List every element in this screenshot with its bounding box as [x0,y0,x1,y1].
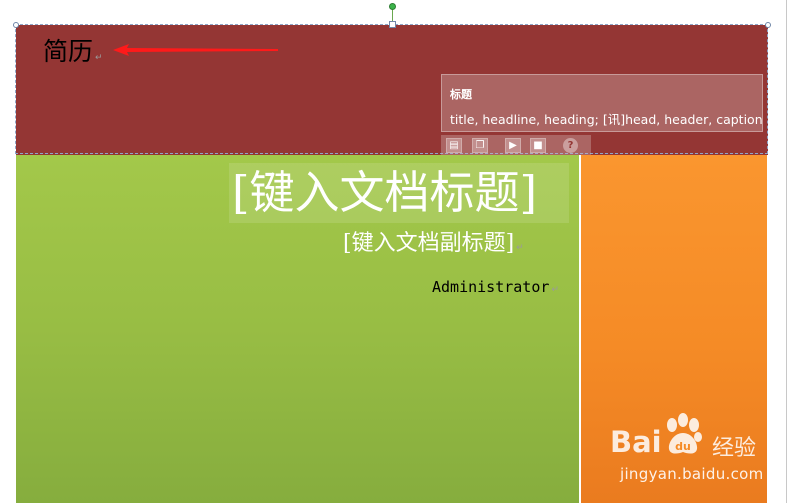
red-arrow-annotation [113,44,278,56]
baidu-jingyan-text: 经验 [712,436,757,461]
document-subtitle-placeholder[interactable]: [键入文档副标题] ↵ [343,229,524,263]
header-title[interactable]: 简历 ↵ [43,37,103,73]
page-edge [786,0,787,503]
document-title-text: [键入文档标题] [232,166,538,219]
tooltip-definition: title, headline, heading; [讯]head, heade… [450,112,763,127]
paste-glyph: ▤ [449,140,459,151]
paragraph-mark: ↵ [516,243,524,253]
help-icon[interactable]: ? [563,138,578,153]
resize-handle-top-center[interactable] [389,21,396,28]
baidu-logo-text: Bai [610,425,662,459]
baidu-url: jingyan.baidu.com [620,465,764,483]
stop-glyph: ■ [533,140,543,151]
page-margin [770,0,806,503]
panel-divider [579,155,581,503]
header-title-text: 简历 [43,37,94,66]
paragraph-mark: ↵ [95,53,103,63]
copy-glyph: ❐ [475,140,485,151]
panel-right-edge [767,155,768,503]
tooltip-heading: 标题 [450,88,472,101]
resize-handle-top-right[interactable] [765,22,771,28]
document-author-text: Administrator [432,278,550,296]
resize-handle-top-left[interactable] [13,22,19,28]
svg-text:du: du [675,440,691,453]
rotation-handle[interactable] [389,3,396,10]
document-title-placeholder[interactable]: [键入文档标题] [232,165,537,221]
baidu-brand: Bai [610,425,662,459]
document-author-field[interactable]: Administrator ↵ [432,277,559,300]
paragraph-mark: ↵ [551,285,559,295]
play-glyph: ▶ [509,140,517,151]
document-subtitle-text: [键入文档副标题] [343,231,515,256]
baidu-paw-icon: du [667,413,702,454]
